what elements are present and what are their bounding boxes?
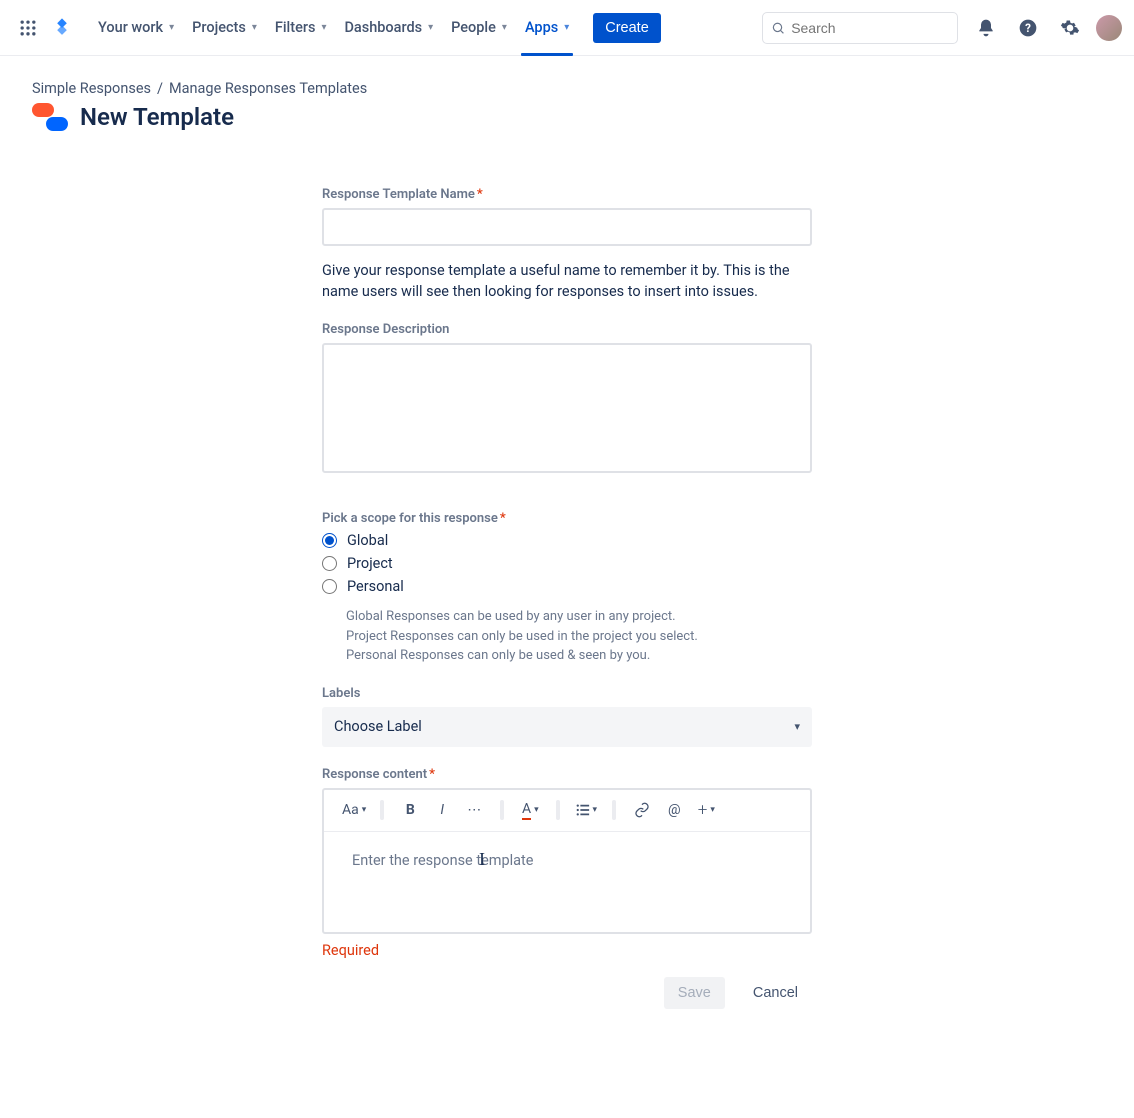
nav-filters[interactable]: Filters ▾ xyxy=(267,13,335,42)
text-cursor-icon: I xyxy=(479,849,485,870)
chevron-down-icon: ▾ xyxy=(564,22,569,33)
mention-button[interactable]: @ xyxy=(660,796,688,824)
search-icon xyxy=(771,20,785,36)
required-error: Required xyxy=(322,942,812,959)
content-input[interactable]: Enter the response template I xyxy=(324,832,810,932)
search-box[interactable] xyxy=(762,12,958,44)
name-help: Give your response template a useful nam… xyxy=(322,260,812,302)
top-nav: Your work ▾ Projects ▾ Filters ▾ Dashboards… xyxy=(0,0,1134,56)
lists-button[interactable]: ▾ xyxy=(572,796,600,824)
avatar[interactable] xyxy=(1096,15,1122,41)
help-icon[interactable]: ? xyxy=(1012,12,1044,44)
nav-your-work[interactable]: Your work ▾ xyxy=(90,13,182,42)
breadcrumb-child[interactable]: Manage Responses Templates xyxy=(169,80,367,97)
italic-button[interactable]: I xyxy=(428,796,456,824)
chevron-down-icon: ▾ xyxy=(252,22,257,33)
labels-label: Labels xyxy=(322,686,812,701)
scope-help: Global Responses can be used by any user… xyxy=(346,607,812,666)
nav-label: Your work xyxy=(98,19,163,36)
template-icon xyxy=(32,103,68,131)
scope-global[interactable]: Global xyxy=(322,532,812,549)
create-button[interactable]: Create xyxy=(593,13,661,43)
description-label: Response Description xyxy=(322,322,812,337)
nav-people[interactable]: People ▾ xyxy=(443,13,515,42)
more-formatting-button[interactable]: ⋯ xyxy=(460,796,488,824)
nav-projects[interactable]: Projects ▾ xyxy=(184,13,265,42)
breadcrumb: Simple Responses / Manage Responses Temp… xyxy=(32,80,1102,97)
nav-label: People xyxy=(451,19,496,36)
chevron-down-icon: ▾ xyxy=(794,720,800,733)
rich-editor: Aa▾ B I ⋯ A▾ ▾ @ xyxy=(322,788,812,934)
search-input[interactable] xyxy=(791,20,949,36)
svg-text:?: ? xyxy=(1025,21,1031,35)
labels-select[interactable]: Choose Label ▾ xyxy=(322,707,812,747)
nav-label: Dashboards xyxy=(344,19,422,36)
content-label: Response content* xyxy=(322,767,812,782)
link-button[interactable] xyxy=(628,796,656,824)
cancel-button[interactable]: Cancel xyxy=(739,977,812,1009)
nav-dashboards[interactable]: Dashboards ▾ xyxy=(336,13,441,42)
notifications-icon[interactable] xyxy=(970,12,1002,44)
page-title: New Template xyxy=(80,103,234,131)
settings-icon[interactable] xyxy=(1054,12,1086,44)
editor-toolbar: Aa▾ B I ⋯ A▾ ▾ @ xyxy=(324,790,810,832)
insert-button[interactable]: +▾ xyxy=(692,796,720,824)
nav-apps[interactable]: Apps ▾ xyxy=(517,13,577,42)
text-color-button[interactable]: A▾ xyxy=(516,796,544,824)
jira-logo-icon[interactable] xyxy=(46,12,78,44)
save-button[interactable]: Save xyxy=(664,977,725,1009)
chevron-down-icon: ▾ xyxy=(169,22,174,33)
name-label: Response Template Name* xyxy=(322,187,812,202)
bold-button[interactable]: B xyxy=(396,796,424,824)
text-style-button[interactable]: Aa▾ xyxy=(340,796,368,824)
breadcrumb-root[interactable]: Simple Responses xyxy=(32,80,151,97)
scope-personal[interactable]: Personal xyxy=(322,578,812,595)
chevron-down-icon: ▾ xyxy=(428,22,433,33)
template-name-input[interactable] xyxy=(322,208,812,246)
apps-switcher-icon[interactable] xyxy=(12,12,44,44)
nav-label: Projects xyxy=(192,19,246,36)
chevron-down-icon: ▾ xyxy=(502,22,507,33)
description-input[interactable] xyxy=(322,343,812,473)
labels-placeholder: Choose Label xyxy=(334,718,422,735)
nav-label: Filters xyxy=(275,19,316,36)
scope-label: Pick a scope for this response* xyxy=(322,511,812,526)
chevron-down-icon: ▾ xyxy=(321,22,326,33)
scope-project[interactable]: Project xyxy=(322,555,812,572)
content-placeholder: Enter the response template xyxy=(352,852,533,869)
nav-label: Apps xyxy=(525,19,558,36)
